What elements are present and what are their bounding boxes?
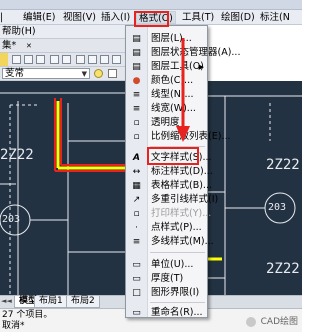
menu-item-limits[interactable]: □ 图形界限(I) bbox=[126, 286, 207, 300]
wechat-icon bbox=[245, 316, 256, 327]
menu-item-label: 图形界限(I) bbox=[151, 287, 200, 298]
menu-item-thickness[interactable]: ▭ 厚度(T) bbox=[126, 272, 207, 286]
menu-item-mleader-style[interactable]: ↗ 多重引线样式(I) bbox=[126, 193, 219, 207]
table-style-icon: ▦ bbox=[132, 181, 141, 191]
mleader-style-icon: ↗ bbox=[132, 195, 141, 205]
tab-layout2[interactable]: 布局2 bbox=[66, 296, 100, 308]
format-menu: ▤ 图层(L)... ▤ 图层状态管理器(A)... ▤ 图层工具(O) ▶ ● 颜色(C)..… bbox=[125, 25, 240, 320]
dimension-label: 2Z22 bbox=[266, 261, 300, 277]
menu-item-layer[interactable]: ▤ 图层(L)... bbox=[126, 32, 207, 46]
dim-style-icon: ↔ bbox=[132, 167, 141, 177]
thickness-icon: ▭ bbox=[132, 274, 141, 284]
color-icon: ● bbox=[132, 76, 141, 86]
layer-tools-icon: ▤ bbox=[132, 62, 141, 72]
menu-item-mline-style[interactable]: ≡ 多线样式(M)... bbox=[126, 235, 214, 249]
watermark-text: CAD绘图 bbox=[260, 317, 298, 327]
submenu-arrow-icon: ▶ bbox=[198, 63, 204, 71]
menu-item-label: 多重引线样式(I) bbox=[151, 194, 219, 205]
save-icon[interactable] bbox=[36, 55, 45, 64]
menu-item-color[interactable]: ● 颜色(C)... bbox=[126, 74, 207, 88]
menu-item-transparency[interactable]: ▫ 透明度 bbox=[126, 116, 207, 130]
menu-item-units[interactable]: ▭ 单位(U)... bbox=[126, 258, 207, 272]
linetype-icon: ≡ bbox=[132, 90, 141, 100]
menu-insert[interactable]: 插入(I) bbox=[101, 11, 130, 24]
red-arrow-icon bbox=[176, 38, 190, 142]
copy-icon[interactable] bbox=[88, 55, 97, 64]
menu-item-label: 重命名(R)... bbox=[151, 307, 203, 318]
command-history-line: 取消* bbox=[2, 321, 25, 331]
menu-item-layer-state[interactable]: ▤ 图层状态管理器(A)... bbox=[126, 46, 240, 60]
title-bar bbox=[0, 0, 302, 10]
mline-style-icon: ≡ bbox=[132, 237, 141, 247]
menu-tools[interactable]: 工具(T) bbox=[182, 11, 214, 24]
menu-item-label: 图层状态管理器(A)... bbox=[151, 47, 241, 58]
menu-item-scale-list[interactable]: ▫ 比例缩放列表(E)... bbox=[126, 130, 230, 144]
menu-fragment: | bbox=[0, 12, 4, 23]
limits-icon: □ bbox=[132, 288, 141, 298]
highlight-box-format-menu bbox=[134, 11, 169, 27]
menu-bar-row2: 帮助(H) bbox=[0, 25, 125, 39]
menu-separator bbox=[150, 302, 205, 303]
units-icon: ▭ bbox=[132, 260, 141, 270]
menu-item-label: 点样式(P)... bbox=[151, 222, 202, 233]
menu-help[interactable]: 帮助(H) bbox=[2, 26, 36, 38]
match-properties-icon[interactable] bbox=[112, 55, 121, 64]
layer-dropdown-value: 芰常 bbox=[5, 68, 25, 79]
menu-draw[interactable]: 绘图(D) bbox=[221, 11, 255, 24]
menu-item-label: 厚度(T) bbox=[151, 273, 184, 284]
scale-list-icon: ▫ bbox=[133, 132, 140, 142]
preview-icon[interactable] bbox=[62, 55, 71, 64]
menu-dimension[interactable]: 标注(N bbox=[260, 11, 290, 24]
menu-item-label: 打印样式(Y)... bbox=[151, 208, 212, 219]
layer-toolbar: 芰常 ▼ bbox=[0, 67, 125, 81]
cad-window: | 编辑(E) 视图(V) 插入(I) 格式(O) 工具(T) 绘图(D) 标注… bbox=[0, 0, 302, 332]
file-tab-row: 集* ✕ bbox=[0, 39, 125, 53]
cut-icon[interactable] bbox=[76, 55, 85, 64]
rename-icon: ▭ bbox=[132, 308, 141, 318]
open-icon[interactable] bbox=[24, 55, 33, 64]
layer-icon: ▤ bbox=[132, 34, 141, 44]
lineweight-icon: ≡ bbox=[132, 104, 141, 114]
new-icon[interactable] bbox=[12, 55, 21, 64]
menu-item-plot-style: ▫ 打印样式(Y)... bbox=[126, 207, 211, 221]
layer-dropdown[interactable]: 芰常 ▼ bbox=[2, 68, 90, 79]
layer-state-icon: ▤ bbox=[132, 48, 141, 58]
print-icon[interactable] bbox=[50, 55, 59, 64]
menu-item-table-style[interactable]: ▦ 表格样式(B)... bbox=[126, 179, 212, 193]
dimension-label: 203 bbox=[268, 202, 287, 213]
paste-icon[interactable] bbox=[100, 55, 109, 64]
menu-item-linetype[interactable]: ≡ 线型(N)... bbox=[126, 88, 207, 102]
command-history-line: 27 个项目。 bbox=[2, 310, 53, 320]
text-style-icon: A bbox=[133, 153, 140, 163]
standard-toolbar bbox=[0, 53, 125, 67]
doc-tab[interactable]: 集* bbox=[2, 40, 16, 52]
menu-view[interactable]: 视图(V) bbox=[63, 11, 96, 24]
menu-item-label: 比例缩放列表(E)... bbox=[151, 131, 231, 142]
chevron-down-icon: ▼ bbox=[81, 70, 87, 78]
tab-layout1[interactable]: 布局1 bbox=[34, 296, 68, 308]
menu-edit[interactable]: 编辑(E) bbox=[23, 11, 55, 24]
transparency-icon: ▫ bbox=[133, 118, 140, 128]
menu-item-label: 标注样式(D)... bbox=[151, 166, 213, 177]
point-style-icon: · bbox=[135, 223, 138, 233]
highlight-box-text-style bbox=[147, 147, 199, 165]
bulb-icon[interactable] bbox=[94, 69, 103, 78]
dimension-label: 203 bbox=[2, 214, 21, 225]
menu-item-label: 表格样式(B)... bbox=[151, 180, 212, 191]
freeze-icon[interactable] bbox=[108, 69, 117, 78]
close-icon[interactable]: ✕ bbox=[26, 42, 32, 50]
menu-item-rename[interactable]: ▭ 重命名(R)... bbox=[126, 306, 207, 320]
dimension-label: 2Z22 bbox=[266, 157, 300, 173]
menu-separator bbox=[150, 252, 205, 253]
menu-item-dim-style[interactable]: ↔ 标注样式(D)... bbox=[126, 165, 213, 179]
menu-item-layer-tools[interactable]: ▤ 图层工具(O) ▶ bbox=[126, 60, 207, 74]
toolbar-grip-icon bbox=[0, 53, 8, 66]
dimension-label: 2Z22 bbox=[0, 147, 34, 163]
watermark: CAD绘图 bbox=[245, 314, 298, 327]
plot-style-icon: ▫ bbox=[133, 209, 140, 219]
menu-item-label: 单位(U)... bbox=[151, 259, 194, 270]
menu-item-point-style[interactable]: · 点样式(P)... bbox=[126, 221, 207, 235]
menu-item-lineweight[interactable]: ≡ 线宽(W)... bbox=[126, 102, 207, 116]
menu-item-label: 多线样式(M)... bbox=[151, 236, 214, 247]
